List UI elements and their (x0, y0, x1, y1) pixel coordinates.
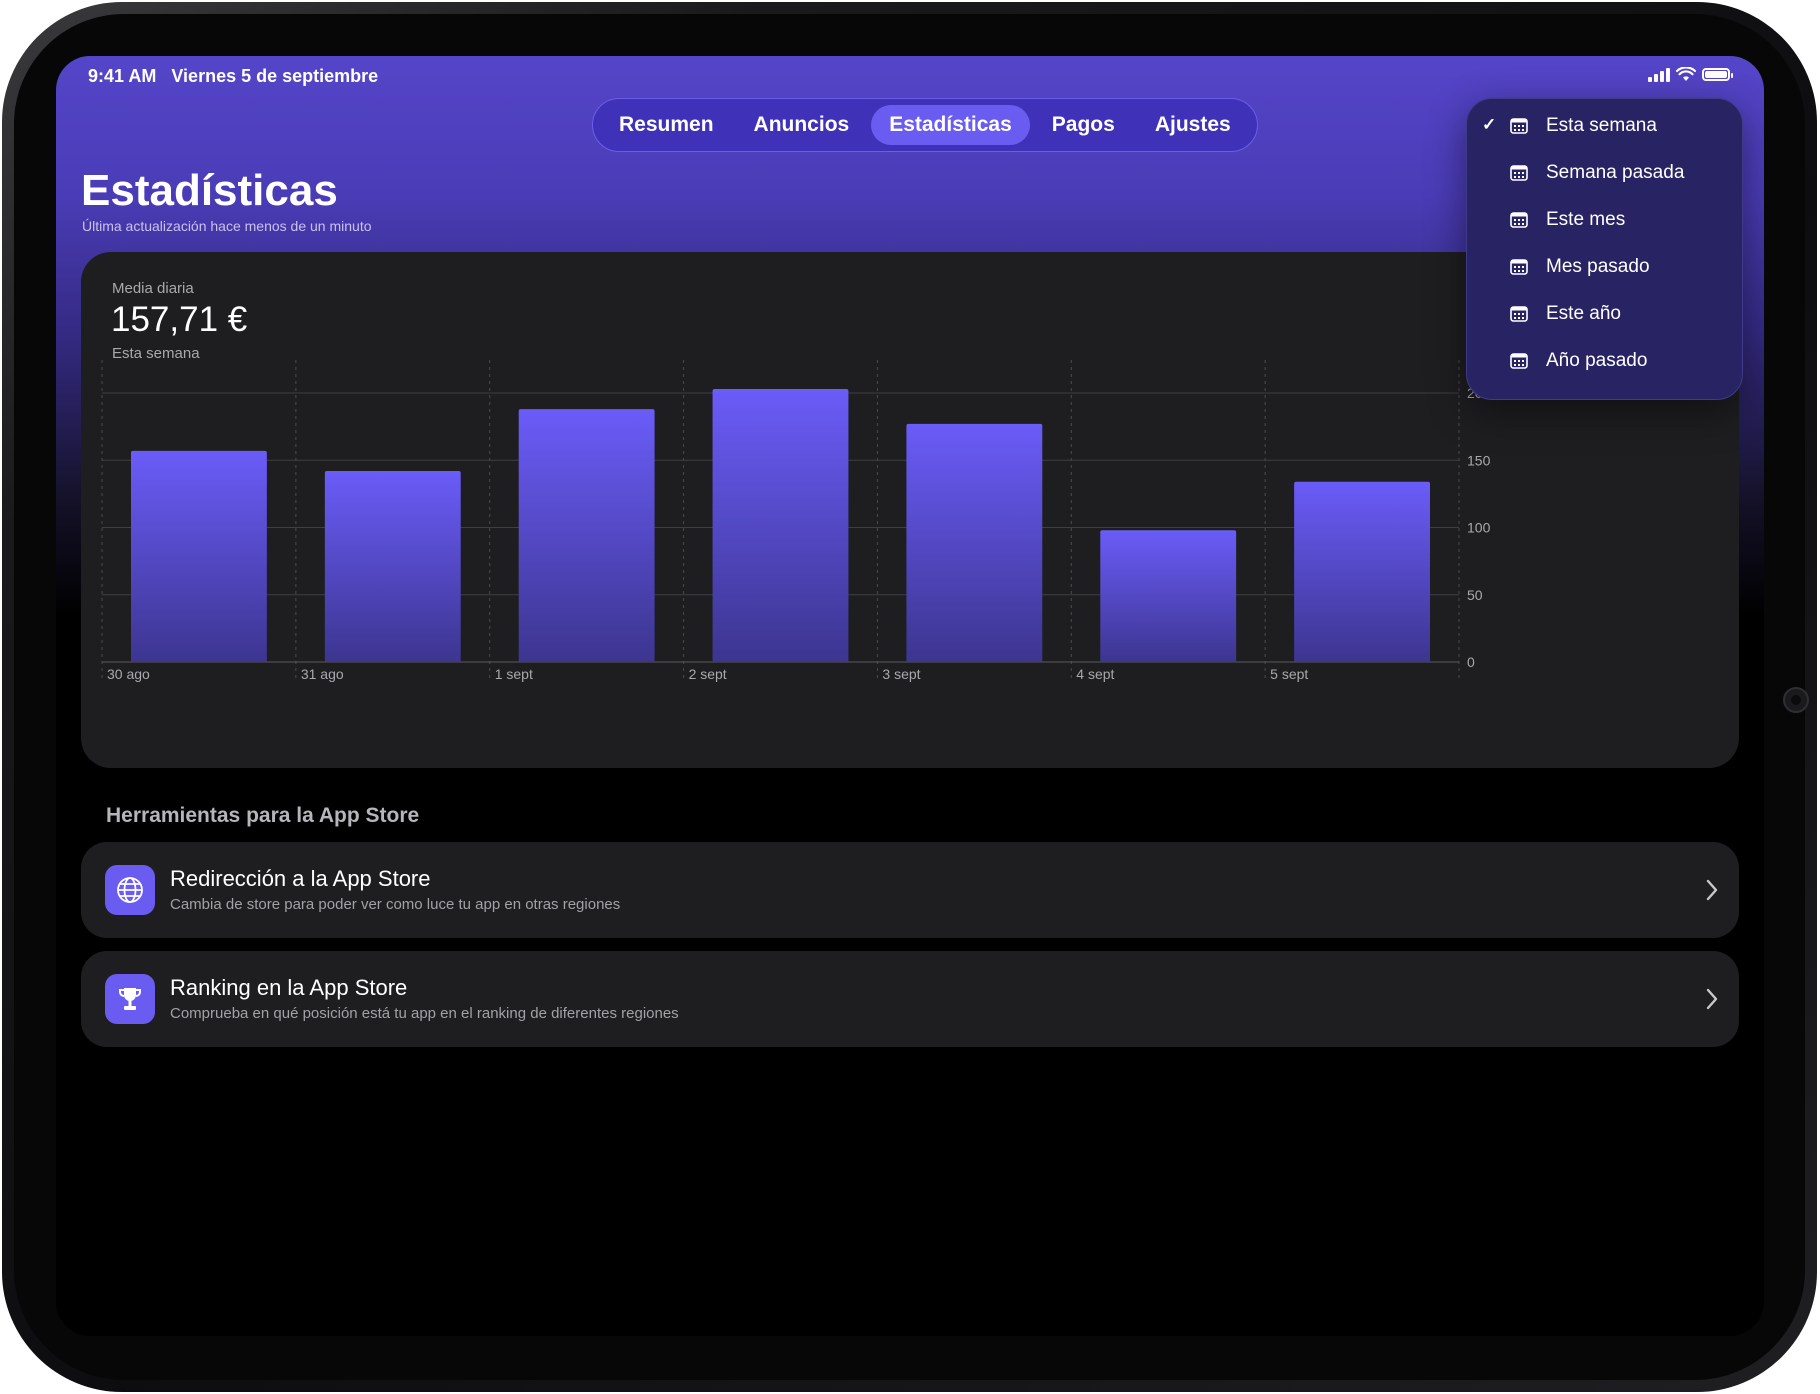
menu-item-label: Semana pasada (1546, 162, 1685, 183)
status-time: 9:41 AM (88, 66, 157, 86)
chevron-right-icon (1706, 879, 1718, 901)
menu-item-label: Año pasado (1546, 350, 1648, 371)
x-tick-label: 31 ago (301, 666, 344, 682)
menu-item-period[interactable]: Este mes (1467, 197, 1742, 243)
bar[interactable] (518, 409, 655, 662)
status-date: Viernes 5 de septiembre (171, 66, 379, 86)
tool-subtitle: Comprueba en qué posición está tu app en… (170, 1005, 679, 1022)
menu-item-label: Mes pasado (1546, 256, 1650, 277)
calendar-icon (1510, 165, 1528, 181)
status-indicators (1648, 67, 1733, 82)
tool-title: Ranking en la App Store (170, 975, 408, 1000)
y-tick-label: 100 (1467, 520, 1491, 536)
x-tick-label: 4 sept (1076, 666, 1114, 682)
app-screen: 9:41 AM Viernes 5 de septiembre Resumen … (56, 56, 1764, 1336)
menu-item-period[interactable]: ✓ Esta semana (1467, 103, 1742, 149)
app-store-ranking-row[interactable]: Ranking en la App Store Comprueba en qué… (81, 951, 1739, 1047)
front-camera (1783, 687, 1809, 713)
tools-section-title: Herramientas para la App Store (106, 804, 420, 827)
x-tick-label: 30 ago (107, 666, 150, 682)
tab-estadisticas[interactable]: Estadísticas (871, 105, 1030, 145)
tab-resumen[interactable]: Resumen (601, 105, 732, 145)
segmented-tab-bar: Resumen Anuncios Estadísticas Pagos Ajus… (592, 98, 1258, 152)
x-tick-label: 2 sept (689, 666, 727, 682)
menu-item-period[interactable]: Este año (1467, 291, 1742, 337)
menu-item-label: Este mes (1546, 209, 1626, 230)
globe-icon (105, 865, 155, 915)
bar[interactable] (712, 388, 849, 662)
app-store-redirect-row[interactable]: Redirección a la App Store Cambia de sto… (81, 842, 1739, 938)
battery-icon (1702, 68, 1733, 81)
bar[interactable] (324, 471, 461, 662)
trophy-icon (105, 974, 155, 1024)
bar[interactable] (1100, 530, 1237, 662)
cellular-signal-icon (1648, 67, 1670, 82)
menu-item-label: Este año (1546, 303, 1621, 324)
calendar-icon (1510, 259, 1528, 275)
bar[interactable] (1294, 481, 1430, 662)
calendar-icon (1510, 306, 1528, 322)
calendar-icon (1510, 353, 1528, 369)
menu-item-period[interactable]: Mes pasado (1467, 244, 1742, 290)
period-dropdown-menu: ✓ Esta semana Semana pasada Este mes Mes pas… (1466, 98, 1743, 400)
checkmark-icon: ✓ (1482, 115, 1497, 134)
calendar-icon (1510, 212, 1528, 228)
y-tick-label: 50 (1467, 587, 1483, 603)
tab-anuncios[interactable]: Anuncios (736, 105, 868, 145)
menu-item-label: Esta semana (1546, 115, 1657, 136)
bar[interactable] (131, 450, 267, 662)
menu-item-period[interactable]: Semana pasada (1467, 150, 1742, 196)
y-tick-label: 150 (1467, 452, 1491, 468)
wifi-icon (1676, 67, 1696, 81)
tab-pagos[interactable]: Pagos (1034, 105, 1133, 145)
x-tick-label: 3 sept (882, 666, 920, 682)
tab-ajustes[interactable]: Ajustes (1137, 105, 1249, 145)
status-bar: 9:41 AM Viernes 5 de septiembre (88, 66, 388, 87)
page-title: Estadísticas (81, 166, 338, 215)
x-tick-label: 1 sept (495, 666, 533, 682)
calendar-icon (1510, 118, 1528, 134)
page-subtitle: Última actualización hace menos de un mi… (82, 218, 372, 234)
bar[interactable] (906, 423, 1043, 662)
y-tick-label: 0 (1467, 654, 1475, 670)
menu-item-period[interactable]: Año pasado (1467, 338, 1742, 384)
tool-subtitle: Cambia de store para poder ver como luce… (170, 896, 621, 913)
chevron-right-icon (1706, 988, 1718, 1010)
x-tick-label: 5 sept (1270, 666, 1308, 682)
tool-title: Redirección a la App Store (170, 866, 431, 891)
